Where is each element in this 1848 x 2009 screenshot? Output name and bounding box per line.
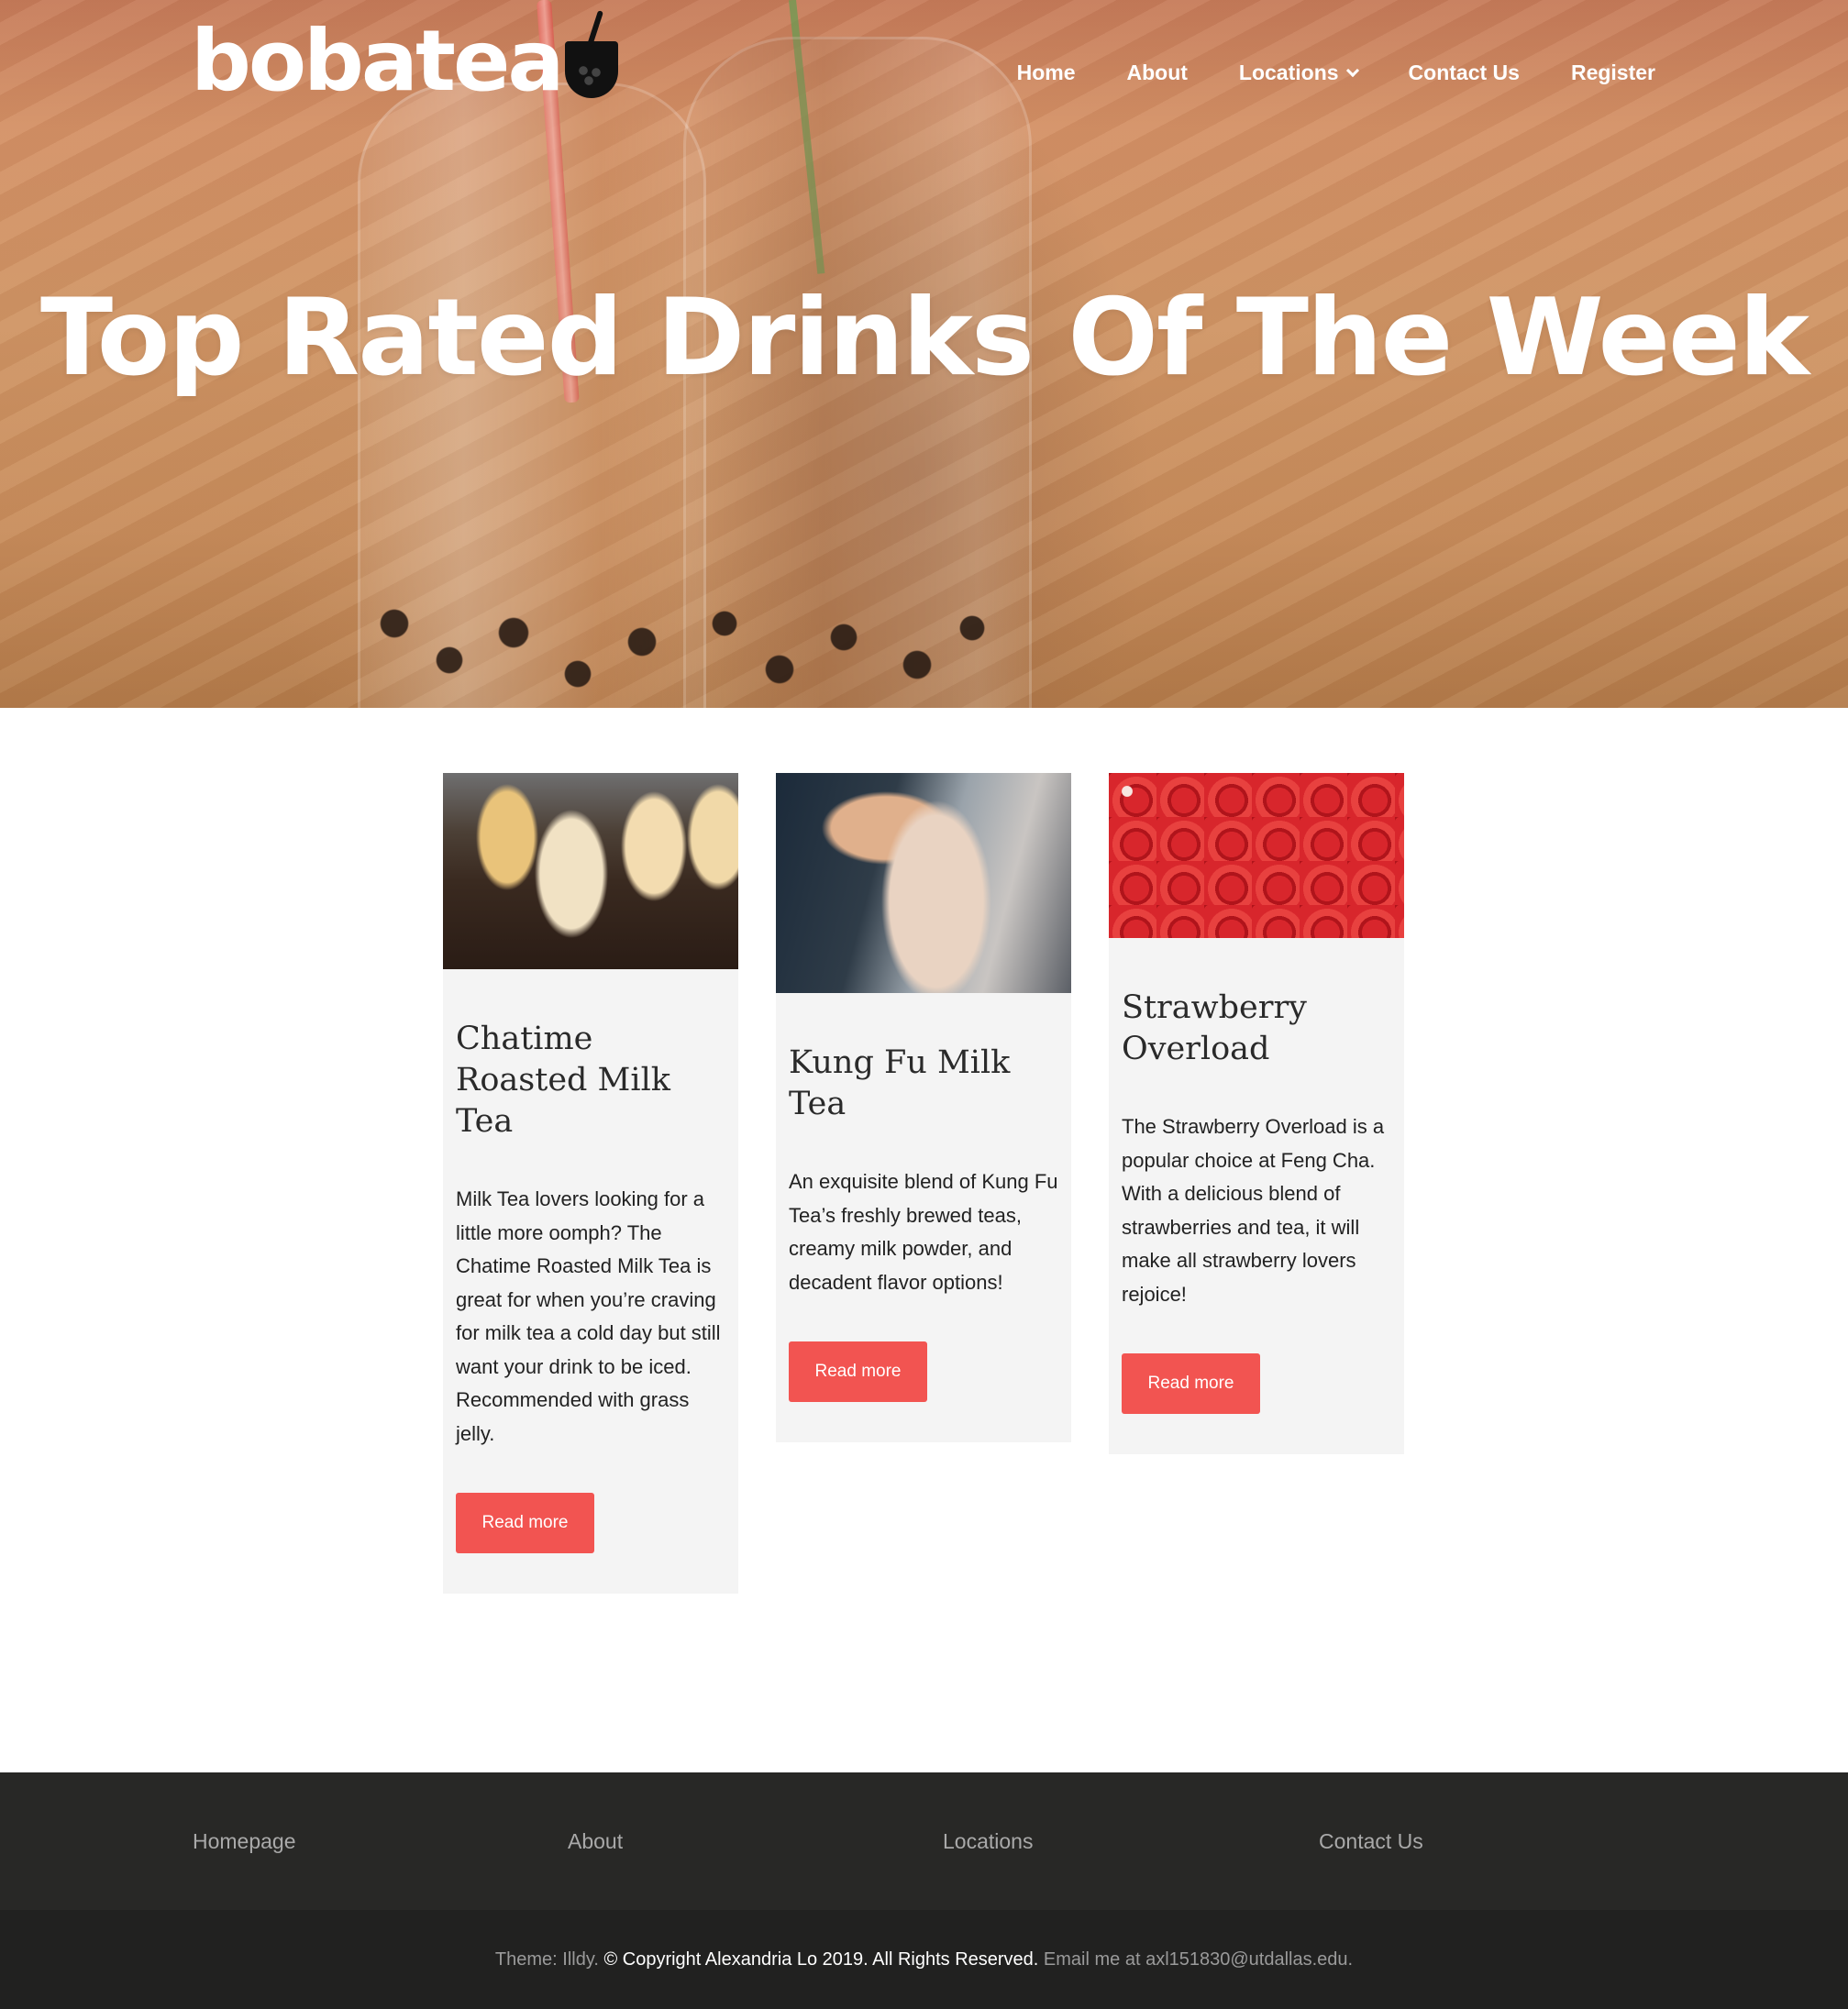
read-more-button[interactable]: Read more — [1122, 1353, 1260, 1414]
footer-link-locations[interactable]: Locations — [943, 1829, 1033, 1854]
card-body: Strawberry Overload The Strawberry Overl… — [1109, 938, 1404, 1454]
hero-tapioca-pearls — [367, 587, 1009, 708]
read-more-button[interactable]: Read more — [456, 1493, 594, 1553]
card-body: Kung Fu Milk Tea An exquisite blend of K… — [776, 993, 1071, 1442]
card-image-strawberry — [1109, 773, 1404, 938]
card-body: Chatime Roasted Milk Tea Milk Tea lovers… — [443, 969, 738, 1594]
footer-copyright-bar: Theme: Illdy. © Copyright Alexandria Lo … — [0, 1910, 1848, 2009]
chevron-down-icon — [1345, 63, 1359, 77]
nav-locations[interactable]: Locations — [1238, 61, 1359, 85]
drink-card-chatime: Chatime Roasted Milk Tea Milk Tea lovers… — [443, 773, 738, 1594]
card-title: Chatime Roasted Milk Tea — [456, 1021, 670, 1140]
copyright-text: © Copyright Alexandria Lo 2019. All Righ… — [603, 1949, 1039, 1970]
card-description: Milk Tea lovers looking for a little mor… — [456, 1187, 721, 1445]
nav-locations-label: Locations — [1238, 61, 1339, 84]
site-logo[interactable]: bobatea — [191, 12, 619, 110]
hero-banner: bobatea Home About Locations Contact Us … — [0, 0, 1848, 708]
contact-email-text: Email me at axl151830@utdallas.edu. — [1043, 1949, 1354, 1970]
logo-text: bobatea — [191, 12, 564, 110]
nav-register[interactable]: Register — [1571, 61, 1655, 85]
card-image-chatime — [443, 773, 738, 969]
main-nav: Home About Locations Contact Us Register — [966, 61, 1655, 85]
read-more-button[interactable]: Read more — [789, 1341, 927, 1402]
theme-credit: Theme: Illdy. — [494, 1949, 599, 1970]
card-description: An exquisite blend of Kung Fu Tea’s fres… — [789, 1170, 1058, 1294]
nav-about[interactable]: About — [1127, 61, 1188, 85]
footer-link-homepage[interactable]: Homepage — [193, 1829, 296, 1854]
card-title: Kung Fu Milk Tea — [789, 1044, 1011, 1122]
boba-cup-icon — [565, 41, 619, 98]
card-description: The Strawberry Overload is a popular cho… — [1122, 1115, 1385, 1306]
hero-title: Top Rated Drinks Of The Week — [40, 276, 1809, 400]
footer-link-contact-us[interactable]: Contact Us — [1319, 1829, 1423, 1854]
nav-contact-us[interactable]: Contact Us — [1409, 61, 1520, 85]
nav-home[interactable]: Home — [1017, 61, 1076, 85]
card-image-kungfu — [776, 773, 1071, 993]
drink-card-kungfu: Kung Fu Milk Tea An exquisite blend of K… — [776, 773, 1071, 1442]
card-title: Strawberry Overload — [1122, 989, 1307, 1067]
footer-link-about[interactable]: About — [568, 1829, 623, 1854]
drink-card-strawberry: Strawberry Overload The Strawberry Overl… — [1109, 773, 1404, 1454]
footer-links: Homepage About Locations Contact Us — [0, 1772, 1848, 1910]
